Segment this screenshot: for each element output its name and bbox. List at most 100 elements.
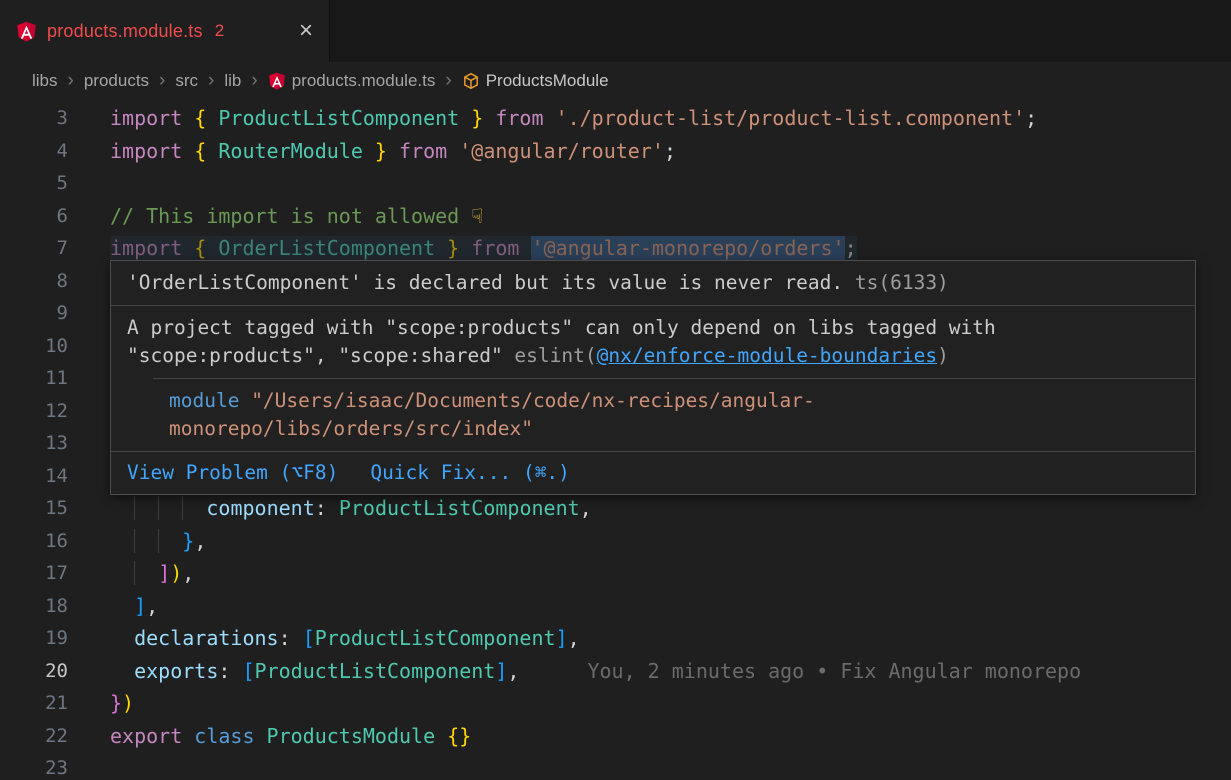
line-number[interactable]: 20 [0, 655, 68, 688]
chevron-right-icon: › [250, 70, 258, 92]
hover-text: monorepo/libs/orders/src/index" [169, 417, 533, 440]
hover-text: ts(6133) [843, 271, 949, 294]
code-content: }, [110, 525, 206, 558]
code-line-3[interactable]: 3 import { ProductListComponent } from '.… [0, 102, 1231, 135]
line-number[interactable]: 10 [0, 330, 68, 363]
line-number[interactable]: 5 [0, 167, 68, 200]
line-number[interactable]: 13 [0, 427, 68, 460]
code-content: ], [110, 590, 158, 623]
code-line-19[interactable]: 19 declarations: [ProductListComponent], [0, 622, 1231, 655]
code-token: ) [122, 691, 134, 715]
code-token: import [110, 106, 194, 130]
code-line-5[interactable]: 5 [0, 167, 1231, 200]
line-number[interactable]: 21 [0, 687, 68, 720]
breadcrumb-label: products.module.ts [292, 71, 436, 91]
hover-text: A project tagged with "scope:products" c… [127, 316, 996, 339]
code-token [110, 561, 134, 585]
line-number[interactable]: 19 [0, 622, 68, 655]
breadcrumb-item-products-module-ts[interactable]: products.module.ts [268, 71, 436, 91]
code-token: ProductListComponent [315, 626, 556, 650]
code-token: component [206, 496, 314, 520]
code-token: : [279, 626, 303, 650]
line-number[interactable]: 22 [0, 720, 68, 753]
code-token [134, 496, 158, 520]
line-number[interactable]: 6 [0, 200, 68, 233]
code-token: [ [303, 626, 315, 650]
hover-row-message: 'OrderListComponent' is declared but its… [111, 261, 1195, 305]
code-token: class [194, 724, 266, 748]
code-token: , [182, 561, 194, 585]
line-number[interactable]: 7 [0, 232, 68, 265]
code-token: } [182, 529, 194, 553]
code-token: ; [1025, 106, 1037, 130]
code-token: : [218, 659, 242, 683]
close-icon: × [299, 17, 313, 44]
tab-products-module[interactable]: products.module.ts 2 × [0, 0, 330, 62]
line-number[interactable]: 23 [0, 752, 68, 780]
code-line-4[interactable]: 4import { RouterModule } from '@angular/… [0, 135, 1231, 168]
code-line-20[interactable]: 20 exports: [ProductListComponent],You, … [0, 655, 1231, 688]
code-content: ]), [110, 557, 194, 590]
line-number[interactable]: 16 [0, 525, 68, 558]
hover-widget: 'OrderListComponent' is declared but its… [110, 260, 1196, 495]
code-token: ) [170, 561, 182, 585]
code-line-6[interactable]: 6// This import is not allowed ☟ [0, 200, 1231, 233]
code-token: ] [158, 561, 170, 585]
code-token [134, 561, 158, 585]
view-problem-action[interactable]: View Problem (⌥F8) [127, 460, 338, 486]
editor[interactable]: 3 import { ProductListComponent } from '.… [0, 100, 1231, 780]
hover-text-line: "scope:products", "scope:shared" eslint(… [127, 342, 1179, 370]
line-number[interactable]: 11 [0, 362, 68, 395]
code-token [110, 496, 134, 520]
tab-error-count-badge: 2 [215, 21, 224, 41]
code-line-15[interactable]: 15 component: ProductListComponent, [0, 492, 1231, 525]
hover-text-line: A project tagged with "scope:products" c… [127, 314, 1179, 342]
breadcrumb-item-src[interactable]: src [175, 71, 198, 91]
breadcrumb-item-productsmodule[interactable]: ProductsModule [462, 71, 609, 91]
tab-close-button[interactable]: × [299, 21, 313, 41]
line-number[interactable]: 18 [0, 590, 68, 623]
code-token: ] [556, 626, 568, 650]
code-token: ] [495, 659, 507, 683]
code-token: : [315, 496, 339, 520]
code-line-17[interactable]: 17 ]), [0, 557, 1231, 590]
line-number[interactable]: 15 [0, 492, 68, 525]
breadcrumb-item-lib[interactable]: lib [224, 71, 241, 91]
code-token: , [194, 529, 206, 553]
line-number[interactable]: 4 [0, 135, 68, 168]
code-token: OrderListComponent [218, 236, 435, 260]
breadcrumb-item-libs[interactable]: libs [32, 71, 58, 91]
code-line-18[interactable]: 18 ], [0, 590, 1231, 623]
line-number[interactable]: 8 [0, 265, 68, 298]
hover-text: eslint( [514, 344, 596, 367]
hover-row-code: module "/Users/isaac/Documents/code/nx-r… [153, 378, 1195, 451]
quick-fix-action[interactable]: Quick Fix... (⌘.) [370, 460, 570, 486]
line-number[interactable]: 17 [0, 557, 68, 590]
code-line-21[interactable]: 21}) [0, 687, 1231, 720]
breadcrumb-item-products[interactable]: products [84, 71, 149, 91]
code-content: import { ProductListComponent } from './… [110, 102, 1037, 135]
line-number[interactable]: 12 [0, 395, 68, 428]
line-number[interactable]: 9 [0, 297, 68, 330]
code-token: ProductListComponent [339, 496, 580, 520]
line-number[interactable]: 3 [0, 102, 68, 135]
code-token: declarations [134, 626, 279, 650]
code-token: , [580, 496, 592, 520]
line-number[interactable]: 14 [0, 460, 68, 493]
code-token: ProductListComponent [218, 106, 459, 130]
code-token: [ [242, 659, 254, 683]
hover-text: "scope:products", "scope:shared" [127, 344, 514, 367]
code-line-22[interactable]: 22export class ProductsModule {} [0, 720, 1231, 753]
code-line-16[interactable]: 16 }, [0, 525, 1231, 558]
code-token: } [363, 139, 387, 163]
hover-text: "/Users/isaac/Documents/code/nx-recipes/… [251, 389, 815, 412]
code-line-23[interactable]: 23 [0, 752, 1231, 780]
hover-text: ) [937, 344, 949, 367]
hover-text-line: 'OrderListComponent' is declared but its… [127, 269, 1179, 297]
eslint-rule-link[interactable]: @nx/enforce-module-boundaries [597, 344, 937, 367]
code-token: , [146, 594, 158, 618]
vscode-window: products.module.ts 2 × libs › products › src… [0, 0, 1231, 780]
chevron-right-icon: › [444, 70, 452, 92]
code-token: '@angular/router' [459, 139, 664, 163]
code-token [134, 529, 158, 553]
